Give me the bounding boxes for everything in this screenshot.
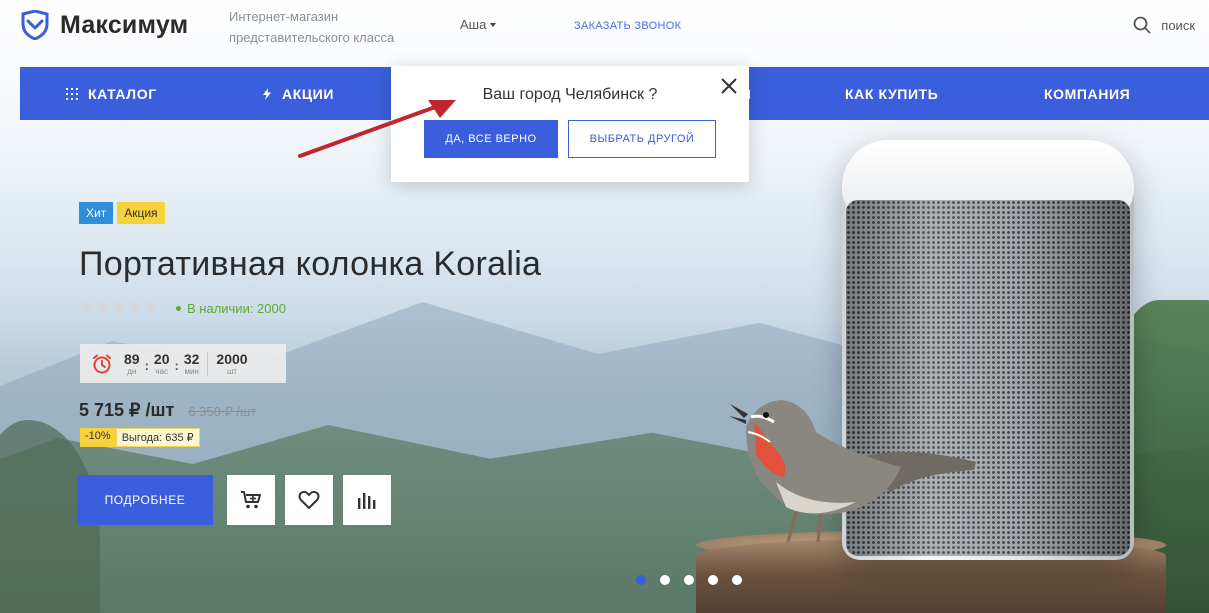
callback-link[interactable]: ЗАКАЗАТЬ ЗВОНОК	[574, 20, 681, 32]
slide-dot-5[interactable]	[732, 575, 742, 585]
close-icon[interactable]	[719, 76, 739, 96]
timer-separator: :	[174, 358, 179, 373]
slide-dot-3[interactable]	[684, 575, 694, 585]
slide-dot-1[interactable]	[636, 575, 646, 585]
cart-icon	[241, 491, 261, 509]
slide-dot-4[interactable]	[708, 575, 718, 585]
logo[interactable]: Максимум	[20, 10, 188, 40]
product-title: Портативная колонка Koralia	[79, 245, 542, 283]
nav-item-how-to-buy[interactable]: КАК КУПИТЬ	[845, 67, 938, 120]
caret-down-icon	[490, 22, 497, 27]
add-to-cart-button[interactable]	[227, 475, 275, 525]
alarm-clock-icon	[93, 354, 111, 373]
timer-qty-value: 2000	[216, 351, 248, 367]
timer-minutes-value: 32	[183, 351, 200, 367]
search-button[interactable]: поиск	[1133, 16, 1195, 34]
star-icon: ★	[111, 298, 127, 317]
timer-minutes-label: мин	[184, 367, 199, 376]
stock-status: В наличии: 2000	[176, 301, 286, 316]
price-block: 5 715 ₽ /шт 6 350 ₽ /шт	[79, 400, 256, 421]
star-icon: ★	[127, 298, 143, 317]
star-icon: ★	[79, 298, 95, 317]
countdown-timer: 89 дн : 20 час : 32 мин 2000 шт	[80, 344, 286, 383]
timer-days: 89 дн	[124, 351, 140, 376]
timer-hours: 20 час	[154, 351, 170, 376]
star-icon: ★	[95, 298, 111, 317]
nav-label-company: КОМПАНИЯ	[1044, 85, 1131, 102]
old-price: 6 350 ₽ /шт	[188, 404, 257, 419]
rating-stars[interactable]: ★ ★ ★ ★ ★	[79, 298, 159, 318]
nav-item-catalog[interactable]: КАТАЛОГ	[66, 67, 157, 120]
badge-hit: Хит	[79, 202, 114, 224]
add-to-compare-button[interactable]	[343, 475, 391, 525]
grid-icon	[66, 87, 78, 100]
city-selector[interactable]: Аша	[460, 17, 497, 32]
timer-divider	[207, 351, 209, 376]
slider-pagination	[636, 575, 742, 585]
annotation-arrow-icon	[298, 100, 456, 158]
stock-text: В наличии: 2000	[187, 301, 286, 316]
timer-separator: :	[144, 358, 149, 373]
star-icon: ★	[144, 298, 160, 317]
current-price: 5 715 ₽ /шт	[79, 400, 175, 420]
timer-days-label: дн	[127, 367, 137, 376]
header: Максимум Интернет-магазин представительс…	[0, 0, 1209, 56]
heart-icon	[298, 490, 320, 509]
timer-hours-label: час	[155, 367, 169, 376]
details-button[interactable]: ПОДРОБНЕЕ	[77, 475, 213, 525]
tagline-line-1: Интернет-магазин	[229, 9, 339, 24]
logo-shield-icon	[21, 10, 49, 40]
timer-minutes: 32 мин	[184, 351, 200, 376]
lightning-icon	[263, 87, 271, 100]
bird-image	[729, 400, 976, 543]
search-icon	[1133, 16, 1151, 34]
timer-days-value: 89	[124, 351, 140, 367]
compare-bars-icon	[358, 493, 376, 509]
savings-amount: Выгода: 635 ₽	[115, 428, 200, 447]
timer-qty-label: шт	[226, 367, 238, 376]
nav-item-company[interactable]: КОМПАНИЯ	[1044, 67, 1130, 120]
city-name: Аша	[460, 17, 487, 32]
slide-dot-2[interactable]	[660, 575, 670, 585]
nav-label-how-to-buy: КАК КУПИТЬ	[845, 85, 939, 102]
search-label: поиск	[1161, 17, 1195, 33]
logo-text: Максимум	[60, 10, 189, 39]
timer-quantity: 2000 шт	[216, 351, 247, 376]
badge-sale: Акция	[117, 202, 165, 224]
product-badges: Хит Акция	[79, 202, 165, 224]
discount-percent: -10%	[80, 428, 116, 447]
add-to-wishlist-button[interactable]	[285, 475, 333, 525]
choose-other-city-button[interactable]: ВЫБРАТЬ ДРУГОЙ	[568, 120, 716, 158]
nav-label-catalog: КАТАЛОГ	[88, 85, 157, 102]
tagline: Интернет-магазин представительского клас…	[229, 6, 429, 48]
stock-dot-icon	[176, 306, 181, 311]
discount-info: -10% Выгода: 635 ₽	[80, 428, 200, 447]
tagline-line-2: представительского класса	[229, 30, 395, 45]
timer-hours-value: 20	[153, 351, 170, 367]
